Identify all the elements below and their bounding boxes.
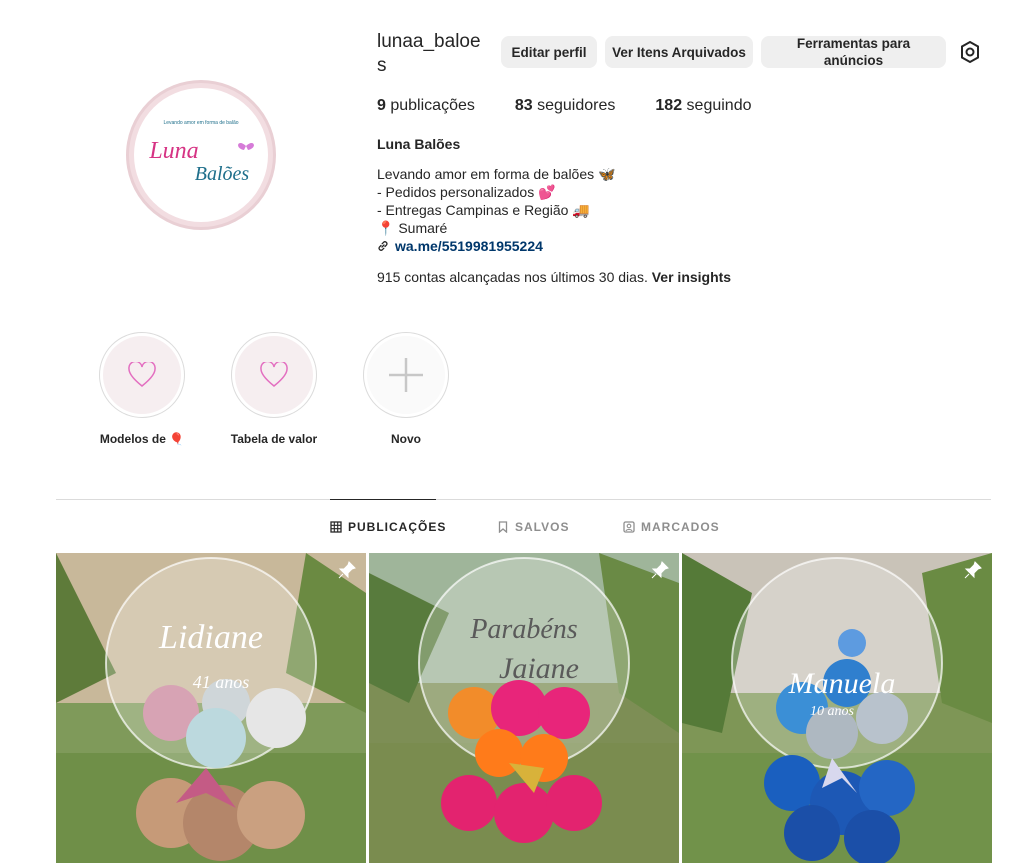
- followers-stat[interactable]: 83 seguidores: [515, 97, 616, 115]
- display-name: Luna Balões: [377, 136, 461, 152]
- balloon-text: Lidiane: [158, 619, 263, 656]
- bio-line: 📍 Sumaré: [377, 220, 448, 236]
- insights-summary: 915 contas alcançadas nos últimos 30 dia…: [377, 269, 732, 285]
- post-tile[interactable]: Parabéns Jaiane: [369, 553, 679, 863]
- bio-line: - Entregas Campinas e Região 🚚: [377, 202, 590, 218]
- profile-bio: Luna Balões Levando amor em forma de bal…: [377, 135, 615, 256]
- avatar-logo: Levando amor em forma de balão Luna Balõ…: [134, 88, 268, 222]
- tabs-divider: [56, 499, 991, 500]
- highlight-tabela[interactable]: Tabela de valor: [231, 332, 317, 446]
- balloon-subtext: 10 anos: [810, 704, 855, 719]
- view-insights-link[interactable]: Ver insights: [652, 269, 731, 285]
- highlight-label: Novo: [391, 432, 421, 446]
- highlight-modelos[interactable]: Modelos de 🎈: [99, 332, 185, 446]
- profile-stats: 9 publicações 83 seguidores 182 seguindo: [377, 97, 792, 115]
- heart-icon: [128, 362, 156, 387]
- pin-icon: [338, 561, 356, 579]
- butterfly-icon: [238, 142, 254, 150]
- link-icon: [378, 241, 388, 251]
- posts-stat: 9 publicações: [377, 97, 475, 114]
- tab-saved[interactable]: SALVOS: [497, 520, 569, 534]
- grid-icon: [330, 521, 342, 533]
- profile-avatar[interactable]: Levando amor em forma de balão Luna Balõ…: [126, 80, 276, 230]
- bookmark-icon: [498, 521, 508, 533]
- highlight-label: Modelos de 🎈: [99, 432, 185, 446]
- active-tab-indicator: [330, 499, 436, 500]
- post-tile[interactable]: Manuela 10 anos: [682, 553, 992, 863]
- heart-icon: [260, 362, 288, 387]
- tab-posts[interactable]: PUBLICAÇÕES: [330, 520, 446, 534]
- following-stat[interactable]: 182 seguindo: [655, 97, 751, 115]
- settings-gear-icon[interactable]: [958, 40, 982, 64]
- tagged-user-icon: [623, 521, 635, 533]
- post-image: Manuela 10 anos: [682, 553, 992, 863]
- ad-tools-button[interactable]: Ferramentas para anúncios: [761, 36, 946, 68]
- highlight-new[interactable]: Novo: [363, 332, 449, 446]
- logo-brand-luna: Luna: [148, 138, 198, 164]
- balloon-subtext: 41 anos: [193, 672, 250, 692]
- logo-brand-baloes: Balões: [195, 163, 250, 185]
- archive-button[interactable]: Ver Itens Arquivados: [605, 36, 753, 68]
- edit-profile-button[interactable]: Editar perfil: [501, 36, 597, 68]
- plus-icon: [389, 358, 423, 392]
- logo-tagline: Levando amor em forma de balão: [163, 120, 238, 126]
- tab-tagged[interactable]: MARCADOS: [623, 520, 720, 534]
- username: lunaa_baloes: [377, 31, 481, 76]
- bio-line: Levando amor em forma de balões 🦋: [377, 166, 616, 182]
- balloon-text: Parabéns: [469, 614, 577, 645]
- balloon-text: Manuela: [788, 667, 896, 700]
- pin-icon: [651, 561, 669, 579]
- balloon-subtext: Jaiane: [499, 652, 579, 685]
- post-tile[interactable]: Lidiane 41 anos: [56, 553, 366, 863]
- bio-link[interactable]: wa.me/5519981955224: [377, 237, 543, 255]
- bio-line: - Pedidos personalizados 💕: [377, 184, 556, 200]
- pin-icon: [964, 561, 982, 579]
- post-image: Lidiane 41 anos: [56, 553, 366, 863]
- highlight-label: Tabela de valor: [230, 432, 318, 446]
- post-image: Parabéns Jaiane: [369, 553, 679, 863]
